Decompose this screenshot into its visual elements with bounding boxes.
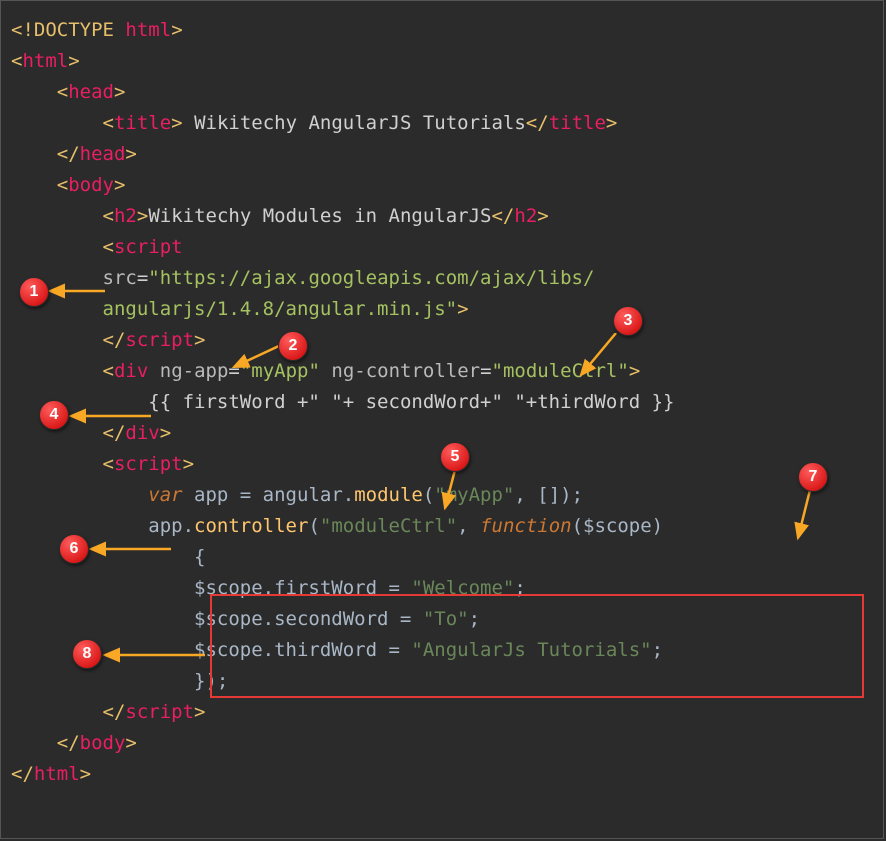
highlight-box-8 — [210, 594, 864, 698]
marker-6: 6 — [59, 534, 89, 564]
marker-5: 5 — [440, 442, 470, 472]
marker-3: 3 — [613, 306, 643, 336]
marker-7: 7 — [798, 462, 828, 492]
marker-4: 4 — [39, 400, 69, 430]
marker-2: 2 — [278, 331, 308, 361]
marker-8: 8 — [72, 639, 102, 669]
marker-1: 1 — [19, 277, 49, 307]
code: <! — [11, 19, 34, 41]
code-editor: <!DOCTYPE html> <html> <head> <title> Wi… — [0, 0, 884, 839]
